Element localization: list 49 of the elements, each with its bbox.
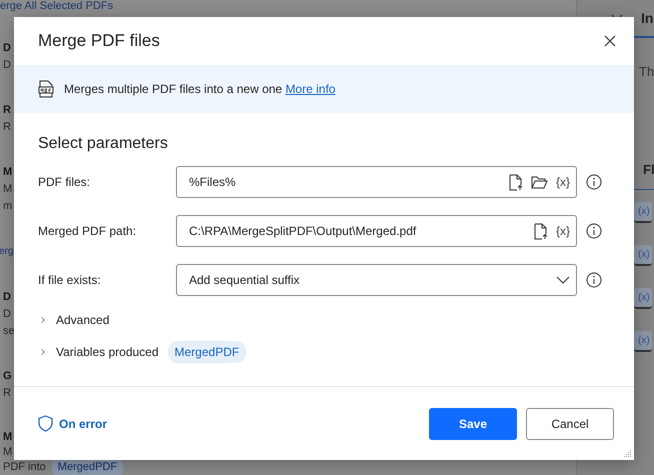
action-text: m [3,199,12,214]
input-field[interactable]: %Files% {x} [176,166,577,198]
action-text: D [3,58,11,73]
action-text: R [3,120,11,136]
chevron-icon [40,315,46,325]
folder-icon[interactable] [530,176,548,188]
description-text: Merges multiple PDF files into a new one More info [64,82,336,96]
action-text: M [3,444,14,460]
variable-button[interactable]: {x} [556,175,570,189]
panel-text: Th [639,64,654,80]
action-text: se [3,324,15,339]
pdf-file-icon [38,80,54,98]
info-icon[interactable] [586,223,602,239]
dropdown[interactable]: Add sequential suffix [176,264,577,296]
input-field[interactable]: C:\RPA\MergeSplitPDF\Output\Merged.pdf {x} [176,215,577,247]
field-label: Merged PDF path: [38,224,138,238]
variables-expander[interactable]: Variables produced [40,345,159,359]
link[interactable]: erge All Selected PDFs [0,0,114,13]
chevron-down-icon [556,276,570,284]
shield-icon [38,415,53,432]
section-title: Select parameters [38,135,169,153]
variable-chip[interactable]: MergedPDF [168,341,246,363]
info-icon[interactable] [586,272,602,288]
action-text: M [3,165,12,180]
on-error-link[interactable]: On error [38,415,108,432]
action-text: PDF into [3,460,46,475]
action-text: D [3,41,11,56]
file-upload-icon[interactable] [534,222,548,240]
info-icon[interactable] [586,174,602,190]
action-text: R [3,386,11,401]
more-info-link[interactable]: More info [285,82,336,96]
close-icon[interactable] [602,33,618,49]
variable-button[interactable]: {x} [556,224,570,238]
panel-tab[interactable]: In [641,10,654,26]
save-button[interactable]: Save [429,408,517,440]
variable-chip[interactable]: MergedPDF [52,460,124,475]
chevron-icon [40,347,46,357]
advanced-expander[interactable]: Advanced [40,313,110,327]
field-label: PDF files: [38,175,92,189]
action-text: M [3,182,12,198]
field-label: If file exists: [38,273,102,287]
cancel-button[interactable]: Cancel [526,408,614,440]
action-text: D [3,306,11,322]
action-text: G [3,368,12,384]
action-text: M [3,430,14,445]
action-text: D [3,290,11,305]
file-upload-icon[interactable] [508,174,523,190]
dialog-title: Merge PDF files [38,31,160,51]
action-text: R [3,103,11,118]
